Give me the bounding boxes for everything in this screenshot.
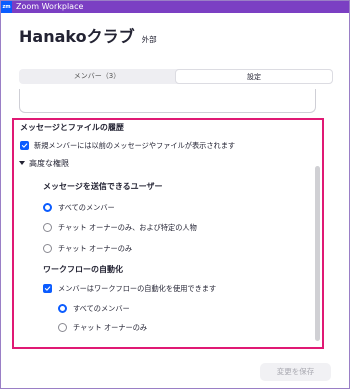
radio-send-owner-and-specific[interactable] <box>43 223 52 232</box>
send-option-owner-only-label: チャット オーナーのみ <box>58 244 133 253</box>
send-option-all-members-label: すべてのメンバー <box>58 203 115 212</box>
send-permission-title: メッセージを送信できるユーザー <box>43 182 163 191</box>
highlight-frame <box>12 118 324 349</box>
workflow-option-all-members-label: すべてのメンバー <box>73 304 130 313</box>
radio-send-owner-only[interactable] <box>43 244 52 253</box>
title-bar[interactable]: zm Zoom Workplace <box>1 1 349 13</box>
scrollbar-thumb[interactable] <box>315 166 320 341</box>
checkmark-icon <box>21 143 28 148</box>
advanced-permissions-toggle[interactable]: 高度な権限 <box>29 158 69 169</box>
radio-workflow-all-members[interactable] <box>58 304 67 313</box>
window-title: Zoom Workplace <box>16 2 84 11</box>
app-window: zm Zoom Workplace Hanakoクラブ 外部 メンバー（3） 設… <box>0 0 350 389</box>
checkmark-icon <box>44 286 51 291</box>
send-option-owner-and-specific-label: チャット オーナーのみ、および特定の人物 <box>58 223 197 232</box>
radio-send-all-members[interactable] <box>43 203 52 212</box>
save-changes-button[interactable]: 変更を保存 <box>260 363 331 381</box>
history-checkbox[interactable] <box>20 141 29 150</box>
tab-members[interactable]: メンバー（3） <box>19 69 175 84</box>
tab-bar: メンバー（3） 設定 <box>19 69 333 84</box>
workflow-option-label: メンバーはワークフローの自動化を使用できます <box>58 284 217 293</box>
channel-header: Hanakoクラブ 外部 <box>19 23 157 46</box>
workflow-section-title: ワークフローの自動化 <box>43 265 123 274</box>
chevron-down-icon[interactable] <box>19 161 25 165</box>
history-option-label: 新規メンバーには以前のメッセージやファイルが表示されます <box>34 141 236 150</box>
radio-workflow-owner-only[interactable] <box>58 323 67 332</box>
workflow-checkbox[interactable] <box>43 284 52 293</box>
external-badge: 外部 <box>141 35 157 44</box>
workflow-option-owner-only-label: チャット オーナーのみ <box>73 323 148 332</box>
previous-settings-card <box>19 89 316 113</box>
history-section-title: メッセージとファイルの履歴 <box>20 123 124 132</box>
tab-settings[interactable]: 設定 <box>175 69 333 84</box>
channel-name: Hanakoクラブ <box>19 27 135 46</box>
zoom-logo-icon: zm <box>1 1 12 13</box>
